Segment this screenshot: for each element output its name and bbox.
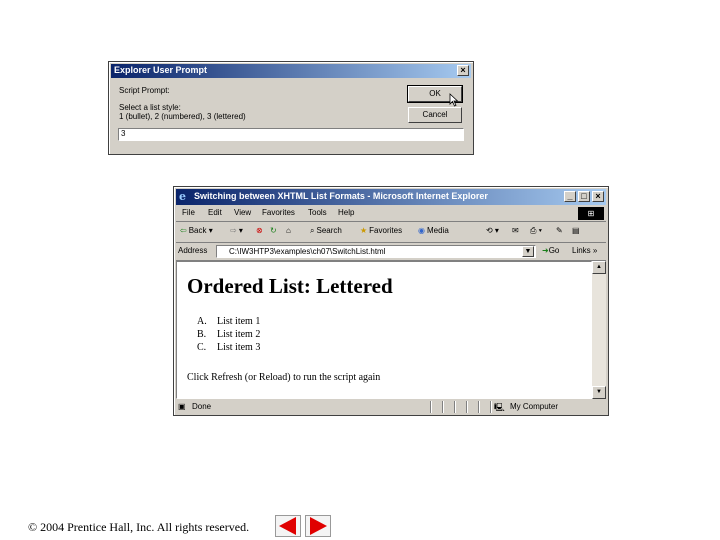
refresh-button[interactable]: ↻ — [270, 226, 277, 235]
home-button[interactable]: ⌂ — [286, 226, 291, 235]
edit-icon: ✎ — [556, 226, 563, 235]
stop-icon: ⊗ — [256, 226, 263, 235]
menu-file[interactable]: File — [182, 208, 195, 217]
status-text: Done — [192, 402, 212, 411]
go-label: Go — [548, 246, 560, 255]
star-icon: ★ — [360, 226, 368, 235]
address-input[interactable]: C:\IW3HTP3\examples\ch07\SwitchList.html — [216, 245, 536, 258]
history-icon: ⟲ — [486, 226, 493, 235]
menu-help[interactable]: Help — [338, 208, 354, 217]
links-button[interactable]: Links » — [572, 246, 597, 255]
refresh-icon: ↻ — [270, 226, 277, 235]
forward-button[interactable]: ⇨ ▾ — [230, 226, 243, 235]
list-marker: A. — [197, 316, 207, 327]
vertical-scrollbar[interactable]: ▲ ▼ — [592, 261, 606, 399]
list-item: B. List item 2 — [197, 329, 260, 342]
back-button[interactable]: ⇦ Back ▾ — [180, 226, 213, 235]
script-prompt-label: Script Prompt: — [119, 86, 170, 95]
links-label: Links — [572, 246, 591, 255]
mail-icon: ✉ — [512, 226, 519, 235]
discuss-icon: ▤ — [572, 226, 580, 235]
minimize-button[interactable]: _ — [564, 191, 576, 202]
prompt-message-line1: Select a list style: — [119, 103, 181, 112]
menu-favorites[interactable]: Favorites — [262, 208, 295, 217]
copyright-notice: © 2004 Prentice Hall, Inc. All rights re… — [28, 520, 250, 534]
list-marker: C. — [197, 342, 207, 353]
list-item: C. List item 3 — [197, 342, 260, 355]
back-label: Back — [188, 226, 207, 235]
status-divider — [454, 401, 456, 413]
menu-bar: File Edit View Favorites Tools Help ⊞ — [176, 206, 606, 222]
discuss-button[interactable]: ▤ — [572, 226, 580, 235]
address-dropdown-button[interactable]: ▼ — [522, 246, 534, 257]
browser-titlebar: e Switching between XHTML List Formats -… — [176, 189, 606, 205]
computer-icon: 🖳 — [494, 403, 505, 412]
dialog-title: Explorer User Prompt — [114, 65, 208, 75]
list-item-text: List item 3 — [217, 342, 261, 353]
back-arrow-icon: ⇦ — [180, 226, 187, 235]
status-divider — [478, 401, 480, 413]
windows-logo-icon: ⊞ — [578, 207, 604, 220]
ordered-list: A. List item 1 B. List item 2 C. List item … — [197, 316, 260, 355]
stop-button[interactable]: ⊗ — [256, 226, 263, 235]
status-bar: ▣ Done 🖳 My Computer — [176, 400, 606, 414]
dialog-titlebar: Explorer User Prompt × — [111, 64, 471, 78]
menu-edit[interactable]: Edit — [208, 208, 222, 217]
status-divider — [490, 401, 492, 413]
list-item: A. List item 1 — [197, 316, 260, 329]
browser-title: Switching between XHTML List Formats - M… — [194, 191, 488, 201]
refresh-instruction: Click Refresh (or Reload) to run the scr… — [187, 372, 381, 383]
list-marker: B. — [197, 329, 207, 340]
maximize-button[interactable]: □ — [578, 191, 590, 202]
close-button[interactable]: × — [592, 191, 604, 202]
address-label: Address — [178, 246, 208, 255]
forward-arrow-icon: ⇨ — [230, 226, 237, 235]
print-button[interactable]: ⎙ ▾ — [530, 226, 542, 236]
internet-explorer-window: e Switching between XHTML List Formats -… — [173, 186, 609, 416]
explorer-user-prompt-dialog: Explorer User Prompt × Script Prompt: Se… — [108, 61, 474, 155]
ie-logo-icon: e — [179, 190, 186, 203]
status-divider — [430, 401, 432, 413]
mail-button[interactable]: ✉ — [512, 226, 519, 235]
dialog-close-button[interactable]: × — [457, 65, 469, 76]
list-item-text: List item 1 — [217, 316, 261, 327]
address-bar: Address C:\IW3HTP3\examples\ch07\SwitchL… — [176, 243, 606, 261]
page-content: Ordered List: Lettered A. List item 1 B. L… — [176, 261, 592, 399]
page-icon: ▣ — [178, 402, 186, 411]
search-label: Search — [316, 226, 342, 235]
media-icon: ◉ — [418, 226, 425, 235]
media-button[interactable]: ◉ Media — [418, 226, 449, 235]
go-arrow-icon: ➜ — [542, 246, 549, 255]
status-divider — [442, 401, 444, 413]
scroll-down-arrow-icon[interactable]: ▼ — [592, 386, 606, 399]
list-item-text: List item 2 — [217, 329, 261, 340]
prompt-message-line2: 1 (bullet), 2 (numbered), 3 (lettered) — [119, 112, 246, 121]
search-button[interactable]: ⌕ Search — [310, 226, 342, 236]
search-icon: ⌕ — [310, 226, 315, 235]
print-icon: ⎙ — [530, 226, 537, 235]
scroll-up-arrow-icon[interactable]: ▲ — [592, 261, 606, 274]
menu-view[interactable]: View — [234, 208, 251, 217]
prompt-input-field[interactable]: 3 — [118, 128, 464, 141]
mouse-cursor-icon — [449, 93, 459, 107]
previous-slide-button[interactable] — [275, 515, 301, 537]
history-button[interactable]: ⟲ ▾ — [486, 226, 499, 235]
go-button[interactable]: ➜Go — [542, 246, 559, 255]
home-icon: ⌂ — [286, 226, 291, 235]
cancel-button[interactable]: Cancel — [408, 107, 462, 123]
next-slide-button[interactable] — [305, 515, 331, 537]
favorites-label: Favorites — [369, 226, 403, 235]
media-label: Media — [426, 226, 449, 235]
zone-text: My Computer — [510, 402, 559, 411]
menu-tools[interactable]: Tools — [308, 208, 327, 217]
favorites-button[interactable]: ★ Favorites — [360, 226, 402, 235]
edit-button[interactable]: ✎ — [556, 226, 563, 235]
status-divider — [466, 401, 468, 413]
page-heading: Ordered List: Lettered — [187, 274, 393, 298]
standard-toolbar: ⇦ Back ▾ ⇨ ▾ ⊗ ↻ ⌂ ⌕ Search ★ Favorites ◉ Me… — [176, 222, 606, 243]
